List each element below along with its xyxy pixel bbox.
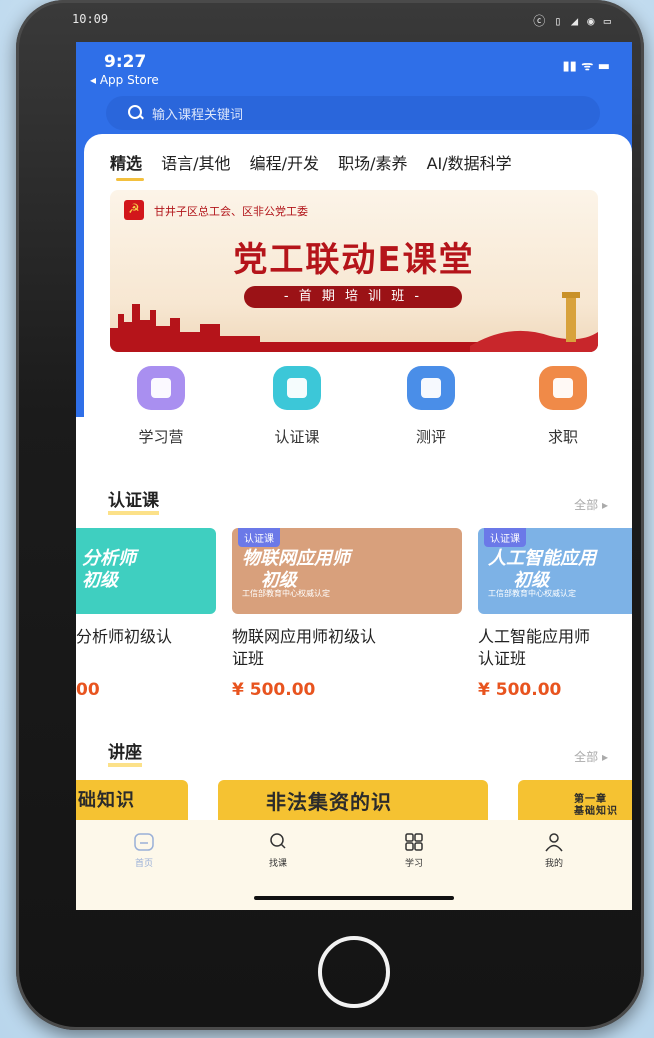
tab-label: 首页 (134, 859, 153, 869)
course-thumb-caption: 工信部教育中心权威认定 (488, 589, 576, 598)
cert-section-title-text: 认证课 (108, 491, 159, 511)
tabbar-study[interactable]: 学习 (384, 832, 444, 869)
user-icon (543, 832, 565, 852)
lecture-title: 第一章 基础知识 (574, 794, 618, 817)
tabbar-find-course[interactable]: 找课 (248, 832, 308, 869)
ios-status-icons: ▮▮ ᯤ ▬ (562, 59, 610, 74)
tabbar-me[interactable]: 我的 (524, 832, 584, 869)
cert-section-title: 认证课 (108, 486, 159, 515)
quick-link-label: 测评 (415, 428, 446, 446)
quick-link-label: 学习营 (138, 428, 184, 446)
course-thumb-caption: 工信部教育中心权威认定 (242, 589, 330, 598)
course-thumbnail: 分析师 初级 (76, 528, 216, 614)
search-input[interactable]: 输入课程关键词 (152, 104, 243, 123)
tab-programming[interactable]: 编程/开发 (250, 154, 319, 173)
tab-featured[interactable]: 精选 (110, 154, 142, 173)
search-icon (267, 832, 289, 852)
phone-frame: 10:09 ⓒ ▯ ◢ ◉ ▭ 9:27 ◂ App Store ▮▮ ᯤ ▬ … (16, 0, 644, 1030)
tab-label: 学习 (404, 859, 423, 869)
quick-link-label: 认证课 (274, 428, 320, 446)
banner-organizer: 甘井子区总工会、区非公党工委 (154, 205, 308, 218)
home-indicator (254, 896, 454, 900)
tabbar-home[interactable]: 首页 (114, 832, 174, 869)
home-icon (133, 832, 155, 852)
tab-label: 找课 (268, 859, 287, 869)
course-card[interactable]: 认证课 人工智能应用 初级 工信部教育中心权威认定 人工智能应用师 认证班 ¥ 5… (478, 528, 632, 700)
skyline-illustration (110, 292, 598, 352)
course-price: 00 (76, 680, 100, 700)
course-tag: 认证课 (238, 528, 280, 547)
lecture-title: 非法集资的识 (266, 790, 392, 814)
course-card[interactable]: 认证课 物联网应用师 初级 工信部教育中心权威认定 物联网应用师初级认 证班 ¥ … (232, 528, 462, 700)
lecture-title: 础知识 (78, 790, 135, 811)
course-price: ¥ 500.00 (478, 680, 562, 700)
quick-link-assessment[interactable]: 测评 (386, 366, 476, 447)
course-name: 分析师初级认 (76, 627, 173, 646)
clipboard-icon (407, 366, 455, 410)
app-screen: 9:27 ◂ App Store ▮▮ ᯤ ▬ 输入课程关键词 精选 语言/其他… (76, 42, 632, 910)
phone-home-button[interactable] (318, 936, 390, 1008)
lecture-card[interactable]: 第一章 基础知识 (518, 780, 632, 820)
tv-icon (273, 366, 321, 410)
tab-ai-data[interactable]: AI/数据科学 (427, 154, 512, 173)
grid-icon (403, 832, 425, 852)
course-card[interactable]: 分析师 初级 分析师初级认 00 (76, 528, 216, 700)
course-name: 人工智能应用师 认证班 (478, 627, 591, 668)
lecture-section-title-text: 讲座 (108, 743, 142, 763)
course-name: 物联网应用师初级认 证班 (232, 627, 377, 668)
quick-links: 学习营 认证课 测评 求职 (84, 366, 632, 466)
tab-label: 我的 (544, 859, 563, 869)
quick-link-cert[interactable]: 认证课 (252, 366, 342, 447)
cert-see-all-link[interactable]: 全部 ▸ (574, 496, 608, 513)
search-icon (128, 105, 144, 121)
lecture-card[interactable]: 非法集资的识 (218, 780, 488, 820)
device-status-bar: 10:09 ⓒ ▯ ◢ ◉ ▭ (72, 6, 612, 32)
course-tag: 认证课 (484, 528, 526, 547)
course-carousel: 分析师 初级 分析师初级认 00 认证课 物联网应用师 初级 工信部教育中心权威认… (76, 528, 632, 708)
course-thumbnail: 认证课 物联网应用师 初级 工信部教育中心权威认定 (232, 528, 462, 614)
lecture-carousel: 础知识 非法集资的识 第一章 基础知识 (76, 780, 632, 820)
quick-link-label: 求职 (547, 428, 578, 446)
party-emblem-icon: ☭ (124, 200, 144, 220)
quick-link-camp[interactable]: 学习营 (116, 366, 206, 447)
category-tabs: 精选 语言/其他 编程/开发 职场/素养 AI/数据科学 (110, 150, 526, 174)
tab-language[interactable]: 语言/其他 (161, 154, 230, 173)
quick-link-jobs[interactable]: 求职 (518, 366, 608, 447)
promo-banner[interactable]: ☭ 甘井子区总工会、区非公党工委 党工联动E课堂 - 首 期 培 训 班 - (110, 190, 598, 352)
device-time: 10:09 (72, 12, 109, 26)
search-bar[interactable]: 输入课程关键词 (106, 96, 600, 130)
banner-title: 党工联动E课堂 (233, 240, 475, 280)
lecture-section-title: 讲座 (108, 738, 142, 767)
book-icon (137, 366, 185, 410)
course-price: ¥ 500.00 (232, 680, 316, 700)
device-status-icons: ⓒ ▯ ◢ ◉ ▭ (533, 14, 612, 28)
content-card: 精选 语言/其他 编程/开发 职场/素养 AI/数据科学 ☭ 甘井子区总工会、区… (76, 134, 632, 910)
lecture-card[interactable]: 础知识 (76, 780, 188, 820)
tab-workplace[interactable]: 职场/素养 (338, 154, 407, 173)
briefcase-icon (539, 366, 587, 410)
ios-time: 9:27 (104, 52, 147, 72)
back-to-app-store[interactable]: ◂ App Store (90, 73, 159, 87)
lecture-see-all-link[interactable]: 全部 ▸ (574, 748, 608, 765)
course-thumbnail: 认证课 人工智能应用 初级 工信部教育中心权威认定 (478, 528, 632, 614)
